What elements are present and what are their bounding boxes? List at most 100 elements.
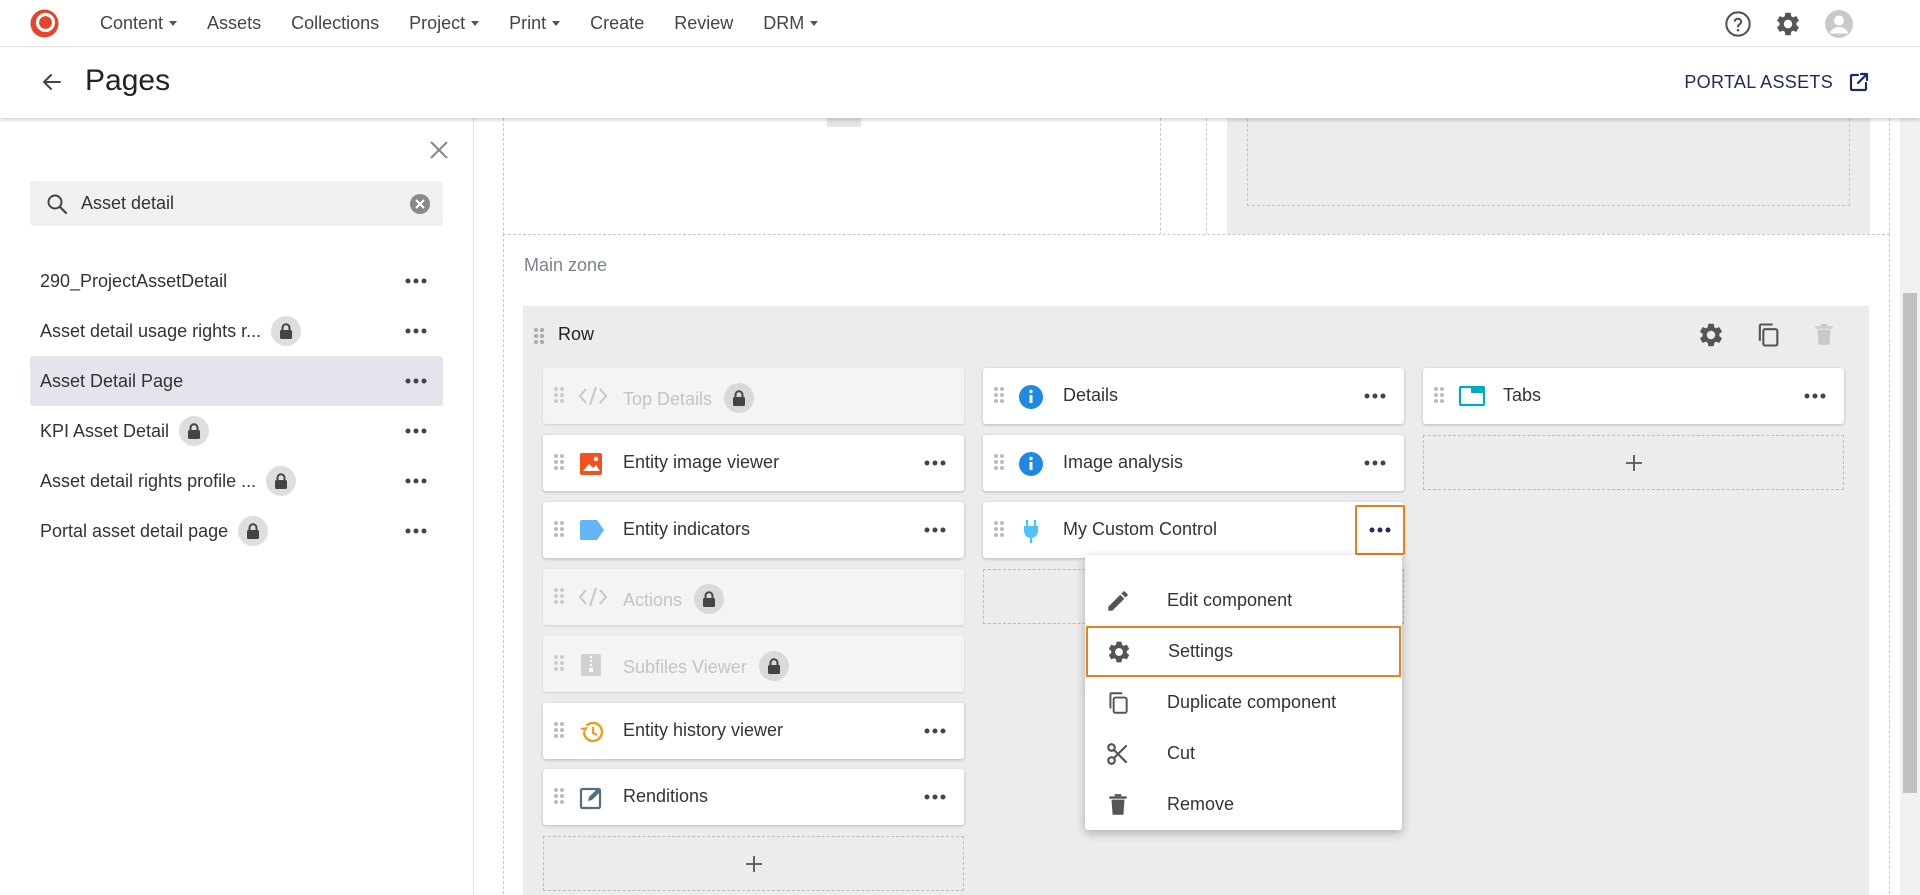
gear-icon[interactable] [1774,10,1802,38]
page-list: 290_ProjectAssetDetail Asset detail usag… [30,256,443,556]
drag-handle-icon[interactable] [553,654,565,672]
menu-item-settings[interactable]: Settings [1086,626,1401,677]
drag-handle-icon[interactable] [993,520,1005,538]
nav-assets[interactable]: Assets [192,0,276,47]
row-settings-gear-icon[interactable] [1697,321,1725,349]
menu-item-label: Settings [1168,641,1234,661]
menu-item-label: Cut [1167,743,1196,763]
nav-collections[interactable]: Collections [276,0,394,47]
my-custom-control-more-options-button[interactable] [1355,505,1405,555]
drag-handle-icon[interactable] [553,587,565,605]
back-arrow-icon[interactable] [40,70,64,94]
more-options-icon[interactable] [405,378,427,384]
drag-handle-icon[interactable] [533,327,545,345]
more-options-icon[interactable] [405,428,427,434]
close-icon[interactable] [428,139,450,161]
row-copy-icon[interactable] [1754,321,1782,349]
component-card[interactable]: Entity indicators [543,502,964,558]
row-delete-icon[interactable] [1811,321,1837,349]
list-item[interactable]: Asset detail usage rights r... [30,306,443,356]
component-label: My Custom Control [1063,519,1218,539]
component-label: Details [1063,385,1119,405]
caret-down-icon [552,21,561,26]
more-options-icon[interactable] [405,278,427,284]
menu-item-cut[interactable]: Cut [1085,728,1402,779]
drag-handle-icon[interactable] [553,453,565,471]
upper-row-dropzone [1247,118,1850,206]
user-avatar-icon[interactable] [1824,9,1854,39]
add-component-button[interactable] [1423,435,1844,490]
more-options-icon[interactable] [1364,460,1386,466]
drag-handle-icon[interactable] [553,386,565,404]
add-component-button[interactable] [543,836,964,891]
list-item-label: Asset detail rights profile ... [40,470,257,491]
component-label: Top Details [623,388,713,409]
search-input[interactable]: Asset detail [81,193,174,214]
menu-item-edit-component[interactable]: Edit component [1085,575,1402,626]
nav-drm[interactable]: DRM [748,0,833,47]
menu-item-duplicate-component[interactable]: Duplicate component [1085,677,1402,728]
component-label: Subfiles Viewer [623,656,747,677]
drag-handle-icon[interactable] [993,386,1005,404]
more-options-icon[interactable] [405,528,427,534]
more-options-icon[interactable] [924,794,946,800]
history-icon [578,719,606,745]
drag-handle-icon[interactable] [553,787,565,805]
drag-handle-icon[interactable] [553,520,565,538]
component-card[interactable]: Tabs [1423,368,1844,424]
nav-review[interactable]: Review [659,0,748,47]
component-card[interactable]: Entity image viewer [543,435,964,491]
more-options-icon[interactable] [924,527,946,533]
list-item[interactable]: Portal asset detail page [30,506,443,556]
more-options-icon[interactable] [405,478,427,484]
list-item-selected[interactable]: Asset Detail Page [30,356,443,406]
component-card[interactable]: Top Details [543,368,964,424]
component-card[interactable]: Subfiles Viewer [543,636,964,692]
open-external-icon [1847,70,1871,94]
component-card[interactable]: Renditions [543,769,964,825]
component-card[interactable]: My Custom Control [983,502,1404,558]
component-card[interactable]: Image analysis [983,435,1404,491]
lock-icon [271,316,302,346]
more-options-icon[interactable] [924,460,946,466]
list-item[interactable]: KPI Asset Detail [30,406,443,456]
drag-handle-icon[interactable] [993,453,1005,471]
more-options-icon[interactable] [1364,393,1386,399]
add-component-button[interactable] [827,118,861,127]
component-card[interactable]: Entity history viewer [543,703,964,759]
nav-project[interactable]: Project [394,0,494,47]
scrollbar[interactable] [1900,118,1920,895]
row-title: Row [558,324,595,344]
more-options-icon[interactable] [1804,393,1826,399]
list-item[interactable]: 290_ProjectAssetDetail [30,256,443,306]
clear-search-icon[interactable] [409,193,431,215]
nav-print[interactable]: Print [494,0,575,47]
more-options-icon[interactable] [405,328,427,334]
plug-icon [1018,518,1044,544]
component-card[interactable]: Details [983,368,1404,424]
lock-icon [179,416,210,446]
component-label: Image analysis [1063,452,1184,472]
scrollbar-thumb[interactable] [1903,293,1917,793]
menu-item-label: Edit component [1167,590,1293,610]
lock-icon [238,516,269,546]
list-item-label: Asset Detail Page [40,370,184,391]
component-card[interactable]: Actions [543,569,964,625]
nav-project-label: Project [409,13,466,33]
gear-icon [1106,639,1132,665]
list-item[interactable]: Asset detail rights profile ... [30,456,443,506]
menu-item-remove[interactable]: Remove [1085,779,1402,830]
nav-assets-label: Assets [207,13,262,33]
help-icon[interactable] [1724,10,1752,38]
component-label: Entity indicators [623,519,751,539]
more-options-icon[interactable] [924,728,946,734]
nav-content[interactable]: Content [85,0,192,47]
portal-assets-link[interactable]: PORTAL ASSETS [1684,70,1871,94]
drag-handle-icon[interactable] [1433,386,1445,404]
app-logo-icon[interactable] [29,8,60,39]
page-header: Pages PORTAL ASSETS [0,48,1920,118]
top-navigation-bar: Content Assets Collections Project Print… [0,0,1920,47]
nav-print-label: Print [509,13,547,33]
drag-handle-icon[interactable] [553,721,565,739]
nav-create[interactable]: Create [575,0,659,47]
